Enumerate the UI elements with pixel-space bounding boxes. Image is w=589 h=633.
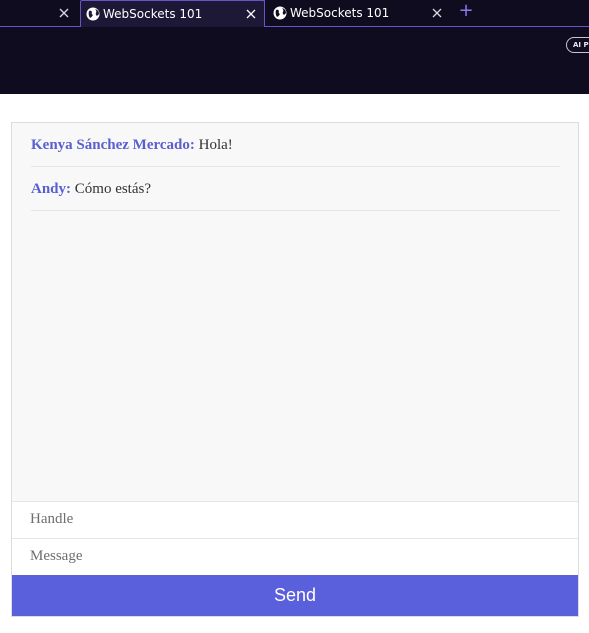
send-button[interactable]: Send xyxy=(12,575,578,616)
chat-panel: Kenya Sánchez Mercado: Hola! Andy: Cómo … xyxy=(11,122,579,617)
message-handle: Andy: xyxy=(31,181,72,197)
close-icon[interactable] xyxy=(429,5,445,21)
handle-input[interactable] xyxy=(30,502,570,536)
tab-title: WebSockets 101 xyxy=(290,6,390,20)
close-icon[interactable] xyxy=(56,5,72,21)
tab-partial[interactable] xyxy=(0,0,80,27)
message-text: Hola! xyxy=(194,137,233,153)
close-icon[interactable] xyxy=(243,6,259,22)
tab-strip: WebSockets 101 WebSockets 101 + xyxy=(0,0,589,27)
message-input[interactable] xyxy=(30,539,570,573)
handle-field-container xyxy=(12,501,578,538)
message-handle: Kenya Sánchez Mercado: xyxy=(31,137,195,153)
ai-badge[interactable]: AI P xyxy=(566,37,589,53)
message-item: Kenya Sánchez Mercado: Hola! xyxy=(31,123,560,167)
message-field-container xyxy=(12,538,578,575)
tab-strip-border xyxy=(454,26,589,27)
new-tab-plus-icon[interactable]: + xyxy=(458,2,474,21)
tab-websockets-active[interactable]: WebSockets 101 xyxy=(80,0,265,27)
globe-icon xyxy=(273,6,287,20)
tab-websockets-inactive[interactable]: WebSockets 101 xyxy=(264,0,454,27)
message-list: Kenya Sánchez Mercado: Hola! Andy: Cómo … xyxy=(31,123,560,211)
browser-chrome: WebSockets 101 WebSockets 101 + AI P xyxy=(0,0,589,94)
tab-title: WebSockets 101 xyxy=(103,7,203,21)
message-item: Andy: Cómo estás? xyxy=(31,167,560,211)
message-text: Cómo estás? xyxy=(71,181,152,197)
globe-icon xyxy=(86,7,100,21)
